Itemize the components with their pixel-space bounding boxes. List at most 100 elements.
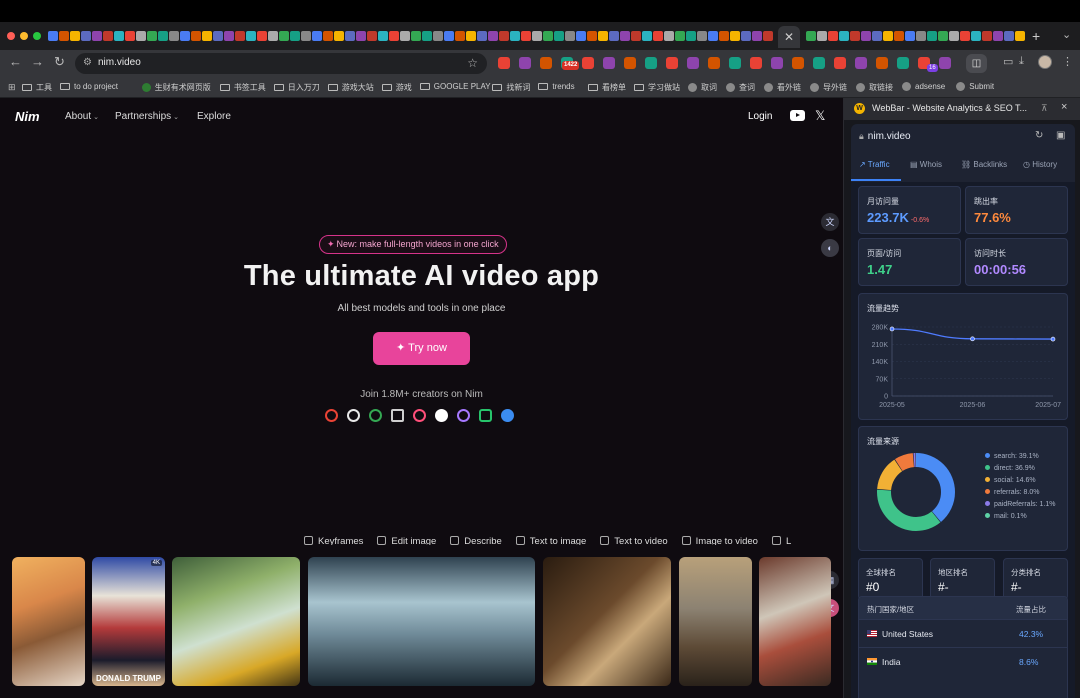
side-panel-icon[interactable]: ◫: [966, 54, 987, 73]
tab-favicon[interactable]: [861, 31, 871, 41]
gallery-image-alien[interactable]: [543, 557, 671, 686]
tab-favicon[interactable]: [246, 31, 256, 41]
tool-shortcut[interactable]: Text to image: [515, 536, 586, 545]
tab-favicon[interactable]: [290, 31, 300, 41]
youtube-icon[interactable]: [790, 110, 805, 121]
extension-icon[interactable]: [624, 57, 636, 69]
extension-icon[interactable]: [750, 57, 762, 69]
tab-search-chevron-icon[interactable]: ⌄: [1062, 28, 1071, 41]
tab-favicon[interactable]: [839, 31, 849, 41]
tab-favicon[interactable]: [916, 31, 926, 41]
bookmark-item[interactable]: Submit: [956, 82, 994, 91]
tab-favicon[interactable]: [598, 31, 608, 41]
tool-shortcut[interactable]: Edit image: [377, 536, 436, 545]
extension-icon[interactable]: [897, 57, 909, 69]
translate-float-icon[interactable]: 文: [821, 213, 839, 231]
tool-shortcut[interactable]: Keyframes: [304, 536, 363, 545]
tab-favicon[interactable]: [279, 31, 289, 41]
nav-partnerships[interactable]: Partnerships ⌄: [115, 111, 179, 122]
country-row[interactable]: United States 42.3%: [859, 619, 1067, 647]
tab-favicon[interactable]: [554, 31, 564, 41]
tab-favicon[interactable]: [235, 31, 245, 41]
tab-favicon[interactable]: [477, 31, 487, 41]
tab-favicons-right[interactable]: [806, 29, 1028, 43]
tab-favicon[interactable]: [664, 31, 674, 41]
extension-icon[interactable]: [834, 57, 846, 69]
bookmark-item[interactable]: to do project: [60, 82, 118, 91]
gallery-image-kayak[interactable]: [172, 557, 300, 686]
address-bar[interactable]: ⚙ nim.video ☆: [75, 53, 487, 74]
downloads-icon[interactable]: ⤓: [1019, 55, 1024, 68]
bookmark-item[interactable]: GOOGLE PLAY: [419, 82, 491, 91]
tool-shortcut[interactable]: Describe: [450, 536, 502, 545]
tab-favicon[interactable]: [752, 31, 762, 41]
tab-traffic[interactable]: ↗ Traffic: [859, 160, 890, 169]
new-tab-icon[interactable]: +: [1032, 28, 1040, 44]
tab-backlinks[interactable]: ⛓ Backlinks: [961, 160, 1007, 169]
gallery-image-sculpture[interactable]: [759, 557, 831, 686]
tab-favicon[interactable]: [367, 31, 377, 41]
tab-favicon[interactable]: [169, 31, 179, 41]
tab-favicon[interactable]: [521, 31, 531, 41]
bookmark-item[interactable]: 书签工具: [219, 82, 266, 93]
tab-favicon[interactable]: [971, 31, 981, 41]
bookmark-item[interactable]: trends: [538, 82, 575, 91]
tab-favicon[interactable]: [499, 31, 509, 41]
tab-favicon[interactable]: [81, 31, 91, 41]
bookmark-item[interactable]: 学习做站: [634, 82, 680, 93]
tab-favicon[interactable]: [158, 31, 168, 41]
extension-icon[interactable]: [498, 57, 510, 69]
bookmark-item[interactable]: 看榜单: [588, 82, 626, 93]
tab-favicon[interactable]: [70, 31, 80, 41]
back-icon[interactable]: ←: [9, 54, 22, 69]
reload-icon[interactable]: ↻: [54, 54, 65, 70]
extension-icon[interactable]: [687, 57, 699, 69]
tab-favicon[interactable]: [905, 31, 915, 41]
bookmark-item[interactable]: 取链接: [856, 82, 893, 93]
tab-favicon[interactable]: [587, 31, 597, 41]
tab-favicon[interactable]: [466, 31, 476, 41]
tab-favicon[interactable]: [741, 31, 751, 41]
try-now-button[interactable]: ✦ Try now: [373, 332, 470, 365]
tab-favicon[interactable]: [719, 31, 729, 41]
login-link[interactable]: Login: [748, 111, 772, 122]
tab-favicon[interactable]: [389, 31, 399, 41]
extension-icon[interactable]: [582, 57, 594, 69]
gallery-image-snowboarder[interactable]: [12, 557, 85, 686]
apps-grid-icon[interactable]: ⊞: [8, 82, 16, 93]
tab-favicon[interactable]: [938, 31, 948, 41]
extension-icon[interactable]: [666, 57, 678, 69]
extension-icon[interactable]: [813, 57, 825, 69]
bookmark-item[interactable]: 看外链: [764, 82, 801, 93]
tab-whois[interactable]: ▤ Whois: [910, 160, 942, 169]
nim-logo[interactable]: Nim: [15, 109, 40, 124]
tab-favicon[interactable]: [675, 31, 685, 41]
tab-favicon[interactable]: [960, 31, 970, 41]
tab-favicon[interactable]: [565, 31, 575, 41]
tab-favicon[interactable]: [850, 31, 860, 41]
tab-favicon[interactable]: [730, 31, 740, 41]
bookmark-item[interactable]: 查词: [726, 82, 755, 93]
tool-shortcut[interactable]: Text to video: [600, 536, 668, 545]
tab-favicon[interactable]: [620, 31, 630, 41]
country-row[interactable]: India 8.6%: [859, 647, 1067, 675]
pinned-tab-favicons[interactable]: [48, 29, 778, 43]
profile-avatar[interactable]: [1038, 55, 1052, 69]
tab-favicon[interactable]: [444, 31, 454, 41]
tab-favicon[interactable]: [949, 31, 959, 41]
tab-favicon[interactable]: [345, 31, 355, 41]
bookmark-item[interactable]: 游戏大站: [327, 82, 374, 93]
tab-favicon[interactable]: [356, 31, 366, 41]
tab-favicon[interactable]: [927, 31, 937, 41]
tab-favicon[interactable]: [433, 31, 443, 41]
bookmark-item[interactable]: 游戏: [381, 82, 412, 93]
tab-favicon[interactable]: [92, 31, 102, 41]
extension-icon[interactable]: [855, 57, 867, 69]
gallery-image-waterfall[interactable]: [308, 557, 535, 686]
tab-favicon[interactable]: [180, 31, 190, 41]
extension-icon[interactable]: [939, 57, 951, 69]
forward-icon[interactable]: →: [31, 54, 44, 69]
announcement-pill[interactable]: ✦ New: make full-length videos in one cli…: [319, 235, 507, 254]
gallery-image-motorcycle[interactable]: [679, 557, 752, 686]
bookmark-item[interactable]: 工具: [22, 82, 52, 93]
